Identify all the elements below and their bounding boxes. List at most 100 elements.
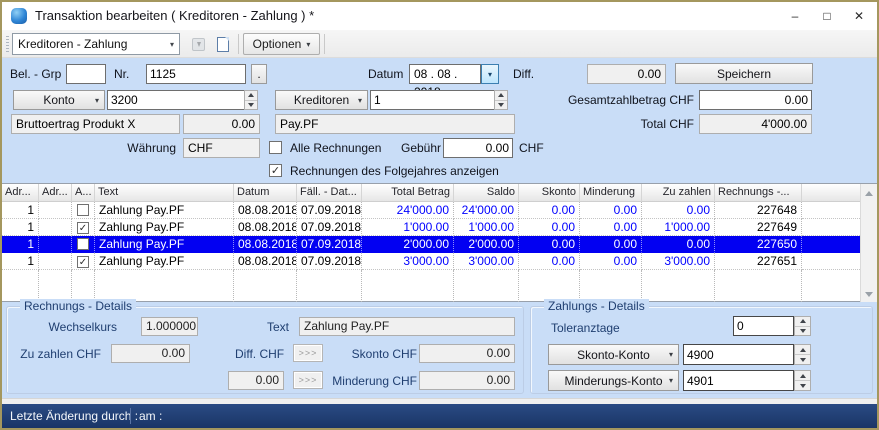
row-checkbox[interactable] (77, 204, 89, 216)
konto-spinner[interactable] (244, 90, 258, 110)
cell-saldo: 1'000.00 (454, 219, 519, 236)
cell-adr: 1 (2, 219, 39, 236)
skonto-konto-input[interactable] (683, 344, 794, 365)
konto-saldo-field: 0.00 (183, 114, 260, 134)
minderung-chf-label: Minderung CHF (323, 372, 417, 390)
gebuehr-input[interactable] (443, 138, 513, 158)
cell-rechnung: 227648 (715, 202, 802, 219)
table-row[interactable]: 1Zahlung Pay.PF08.08.201807.09.20182'000… (2, 236, 860, 253)
gesamtzahlbetrag-input[interactable] (699, 90, 812, 110)
cell-rechnung: 227650 (715, 236, 802, 253)
alle-rechnungen-checkbox[interactable] (269, 141, 282, 154)
column-header-filler (802, 184, 860, 202)
close-button[interactable]: ✕ (843, 2, 875, 30)
cell-minderung (580, 270, 642, 302)
cell-rechnung: 227649 (715, 219, 802, 236)
chevron-down-icon: ▾ (306, 40, 310, 49)
cell-rechnung (715, 270, 802, 302)
alle-rechnungen-label: Alle Rechnungen (290, 138, 381, 158)
gebuehr-currency-label: CHF (519, 138, 544, 158)
konto-input[interactable] (107, 90, 245, 110)
column-header-datum[interactable]: Datum (234, 184, 297, 202)
minderungs-konto-dropdown-button[interactable]: Minderungs-Konto ▾ (548, 370, 679, 391)
datum-dropdown-button[interactable]: ▾ (481, 64, 499, 84)
cell-adr2 (39, 236, 72, 253)
cell-filler (802, 270, 860, 302)
speichern-button[interactable]: Speichern (675, 63, 813, 84)
cell-datum (234, 270, 297, 302)
konto-dropdown-button[interactable]: Konto ▾ (13, 90, 105, 110)
cell-total: 24'000.00 (362, 202, 454, 219)
transaction-type-combobox[interactable]: Kreditoren - Zahlung ▾ (12, 33, 180, 55)
new-document-button[interactable] (211, 33, 234, 55)
maximize-button[interactable]: □ (811, 2, 843, 30)
minderung-chf-field: 0.00 (419, 371, 515, 390)
minderungs-konto-spinner[interactable] (794, 370, 811, 391)
skonto-konto-spinner[interactable] (794, 344, 811, 365)
toleranztage-input[interactable] (733, 316, 794, 336)
kreditoren-spinner[interactable] (494, 90, 508, 110)
diff-transfer-button[interactable]: >>> (293, 344, 323, 362)
column-header-total[interactable]: Total Betrag (362, 184, 454, 202)
post-transaction-button[interactable] (187, 33, 210, 55)
minimize-button[interactable]: – (779, 2, 811, 30)
cell-saldo: 3'000.00 (454, 253, 519, 270)
folgejahr-checkbox[interactable]: ✓ (269, 164, 282, 177)
toleranztage-spinner[interactable] (794, 316, 811, 336)
gebuehr-label: Gebühr (401, 138, 441, 158)
cell-faellig: 07.09.2018 (297, 253, 362, 270)
options-button[interactable]: Optionen ▾ (243, 33, 320, 55)
kreditoren-dropdown-button[interactable]: Kreditoren ▾ (275, 90, 368, 110)
skonto-konto-dropdown-button[interactable]: Skonto-Konto ▾ (548, 344, 679, 365)
column-header-faellig[interactable]: Fäll. - Dat... (297, 184, 362, 202)
cell-skonto (519, 270, 580, 302)
row-checkbox[interactable]: ✓ (77, 222, 89, 234)
text-field[interactable]: Zahlung Pay.PF (299, 317, 515, 336)
cell-filler (802, 253, 860, 270)
cell-adr2 (39, 202, 72, 219)
column-header-zu_zahlen[interactable]: Zu zahlen (642, 184, 715, 202)
cell-text (95, 270, 234, 302)
toolbar-separator (238, 34, 239, 54)
table-empty-row (2, 270, 860, 287)
row-checkbox[interactable] (77, 238, 89, 250)
cell-saldo (454, 270, 519, 302)
column-header-text[interactable]: Text (95, 184, 234, 202)
diff-amount-field: 0.00 (228, 371, 284, 390)
table-row[interactable]: 1Zahlung Pay.PF08.08.201807.09.201824'00… (2, 202, 860, 219)
cell-adr: 1 (2, 253, 39, 270)
scroll-down-arrow[interactable] (861, 286, 877, 302)
datum-input[interactable]: 08 . 08 . 2018 (409, 64, 481, 84)
wechselkurs-field: 1.000000 (141, 317, 198, 336)
column-header-minderung[interactable]: Minderung (580, 184, 642, 202)
table-row[interactable]: 1✓Zahlung Pay.PF08.08.201807.09.20181'00… (2, 219, 860, 236)
cell-adr2 (39, 270, 72, 302)
column-header-check[interactable]: A... (72, 184, 95, 202)
nr-input[interactable] (146, 64, 246, 84)
column-header-adr[interactable]: Adr... (2, 184, 39, 202)
minderungs-konto-input[interactable] (683, 370, 794, 391)
cell-adr: 1 (2, 202, 39, 219)
kreditoren-input[interactable] (370, 90, 495, 110)
nr-lookup-button[interactable]: . (251, 64, 267, 84)
column-header-skonto[interactable]: Skonto (519, 184, 580, 202)
cell-zu_zahlen: 0.00 (642, 236, 715, 253)
table-body: 1Zahlung Pay.PF08.08.201807.09.201824'00… (2, 202, 860, 287)
scroll-up-arrow[interactable] (861, 185, 877, 201)
table-vertical-scrollbar[interactable] (860, 184, 877, 303)
cell-minderung: 0.00 (580, 202, 642, 219)
minderung-transfer-button[interactable]: >>> (293, 371, 323, 389)
waehrung-label: Währung (98, 138, 176, 158)
column-header-saldo[interactable]: Saldo (454, 184, 519, 202)
folgejahr-label: Rechnungen des Folgejahres anzeigen (290, 161, 499, 181)
rechnungs-details-title: Rechnungs - Details (20, 299, 136, 313)
app-window: Transaktion bearbeiten ( Kreditoren - Za… (0, 0, 879, 430)
column-header-adr2[interactable]: Adr... (39, 184, 72, 202)
cell-total (362, 270, 454, 302)
titlebar: Transaktion bearbeiten ( Kreditoren - Za… (2, 2, 877, 30)
bel-grp-input[interactable] (66, 64, 106, 84)
table-row[interactable]: 1✓Zahlung Pay.PF08.08.201807.09.20183'00… (2, 253, 860, 270)
new-document-icon (217, 37, 229, 52)
row-checkbox[interactable]: ✓ (77, 256, 89, 268)
column-header-rechnung[interactable]: Rechnungs -... (715, 184, 802, 202)
